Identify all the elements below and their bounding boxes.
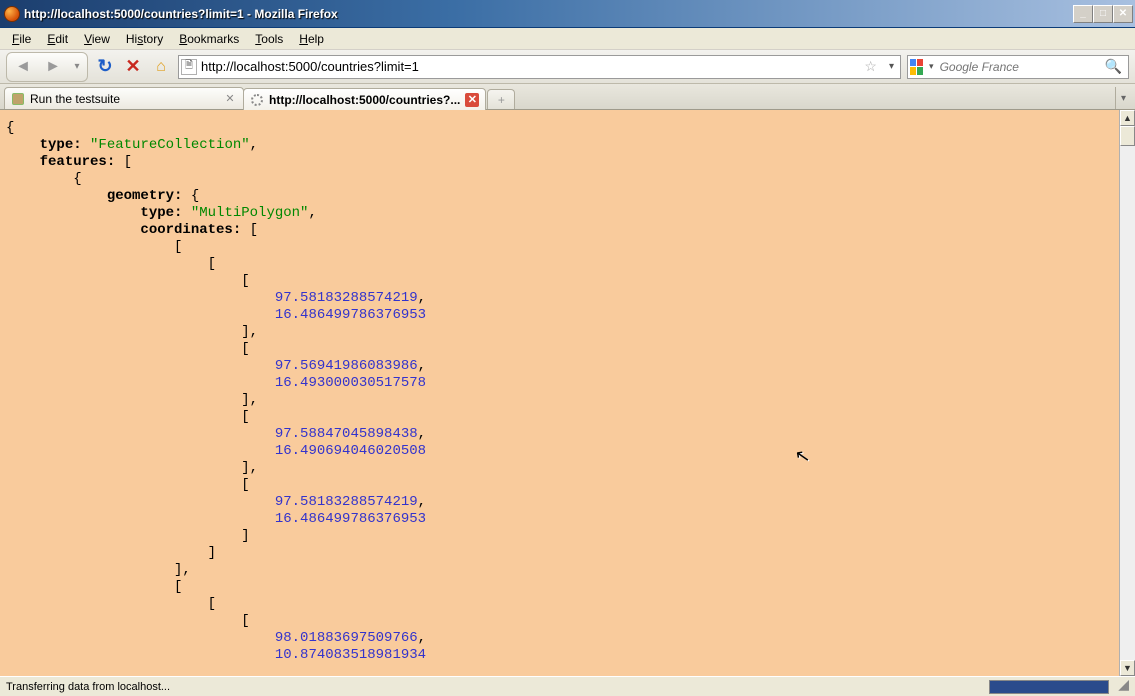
content-area: { type: "FeatureCollection", features: […	[0, 110, 1135, 676]
json-key: type:	[140, 205, 182, 221]
stop-icon: ✕	[125, 56, 140, 77]
json-key: geometry:	[107, 188, 183, 204]
json-string: "MultiPolygon"	[191, 205, 309, 221]
menu-bar: File Edit View History Bookmarks Tools H…	[0, 28, 1135, 50]
maximize-button[interactable]: □	[1093, 5, 1113, 23]
page-favicon: 🗎	[181, 59, 197, 75]
scroll-down-button[interactable]: ▼	[1120, 660, 1135, 676]
scroll-up-button[interactable]: ▲	[1120, 110, 1135, 126]
search-engine-dropdown[interactable]: ▾	[927, 61, 936, 72]
json-number: 98.01883697509766	[275, 630, 418, 646]
json-number: 16.486499786376953	[275, 511, 426, 527]
status-bar: Transferring data from localhost... ◢	[0, 676, 1135, 696]
json-number: 10.874083518981934	[275, 647, 426, 663]
menu-file[interactable]: File	[6, 30, 37, 48]
tab-close-icon[interactable]: ✕	[223, 92, 237, 106]
tab-close-icon[interactable]: ✕	[465, 93, 479, 107]
loading-spinner-icon	[250, 93, 264, 107]
tab-label: http://localhost:5000/countries?...	[269, 93, 460, 107]
scroll-track[interactable]	[1120, 126, 1135, 660]
search-input[interactable]	[940, 60, 1097, 74]
window-title: http://localhost:5000/countries?limit=1 …	[24, 7, 1073, 21]
vertical-scrollbar[interactable]: ▲ ▼	[1119, 110, 1135, 676]
back-forward-group: ◄ ► ▾	[6, 52, 88, 82]
menu-help[interactable]: Help	[293, 30, 330, 48]
new-tab-button[interactable]: +	[487, 89, 515, 109]
json-number: 97.58183288574219	[275, 290, 418, 306]
search-icon[interactable]: 🔍	[1101, 58, 1126, 75]
close-button[interactable]: ✕	[1113, 5, 1133, 23]
url-input[interactable]	[201, 59, 856, 74]
menu-tools[interactable]: Tools	[249, 30, 289, 48]
reload-button[interactable]: ↻	[94, 56, 116, 78]
scroll-thumb[interactable]	[1120, 126, 1135, 146]
history-dropdown[interactable]: ▾	[68, 54, 86, 80]
tab-label: Run the testsuite	[30, 92, 218, 106]
stop-button[interactable]: ✕	[122, 56, 144, 78]
json-number: 16.493000030517578	[275, 375, 426, 391]
search-bar[interactable]: ▾ 🔍	[907, 55, 1129, 79]
progress-bar	[989, 680, 1109, 694]
tab-list-dropdown[interactable]: ▾	[1115, 87, 1131, 109]
navigation-toolbar: ◄ ► ▾ ↻ ✕ ⌂ 🗎 ☆ ▾ ▾ 🔍	[0, 50, 1135, 84]
menu-view[interactable]: View	[78, 30, 116, 48]
google-icon	[910, 59, 923, 75]
tab-countries[interactable]: http://localhost:5000/countries?... ✕	[243, 88, 486, 110]
minimize-button[interactable]: _	[1073, 5, 1093, 23]
bookmark-star-icon[interactable]: ☆	[860, 58, 881, 75]
tab-icon	[11, 92, 25, 106]
reload-icon: ↻	[97, 56, 112, 77]
json-number: 97.56941986083986	[275, 358, 418, 374]
forward-button[interactable]: ►	[38, 54, 68, 80]
back-button[interactable]: ◄	[8, 54, 38, 80]
json-number: 16.486499786376953	[275, 307, 426, 323]
window-titlebar: http://localhost:5000/countries?limit=1 …	[0, 0, 1135, 28]
json-number: 97.58183288574219	[275, 494, 418, 510]
home-icon: ⌂	[156, 58, 166, 76]
status-text: Transferring data from localhost...	[6, 681, 985, 693]
json-number: 97.58847045898438	[275, 426, 418, 442]
firefox-icon	[4, 6, 20, 22]
json-number: 16.490694046020508	[275, 443, 426, 459]
window-buttons: _ □ ✕	[1073, 5, 1133, 23]
menu-bookmarks[interactable]: Bookmarks	[173, 30, 245, 48]
json-string: "FeatureCollection"	[90, 137, 250, 153]
url-bar[interactable]: 🗎 ☆ ▾	[178, 55, 901, 79]
tab-bar: Run the testsuite ✕ http://localhost:500…	[0, 84, 1135, 110]
json-key: features:	[40, 154, 116, 170]
json-viewer: { type: "FeatureCollection", features: […	[0, 110, 1119, 676]
url-dropdown-icon[interactable]: ▾	[885, 61, 898, 72]
json-key: type:	[40, 137, 82, 153]
json-key: coordinates:	[140, 222, 241, 238]
resize-grip-icon[interactable]: ◢	[1113, 679, 1129, 695]
tab-testsuite[interactable]: Run the testsuite ✕	[4, 87, 244, 109]
home-button[interactable]: ⌂	[150, 56, 172, 78]
progress-fill	[990, 681, 1108, 693]
menu-history[interactable]: History	[120, 30, 169, 48]
menu-edit[interactable]: Edit	[41, 30, 74, 48]
